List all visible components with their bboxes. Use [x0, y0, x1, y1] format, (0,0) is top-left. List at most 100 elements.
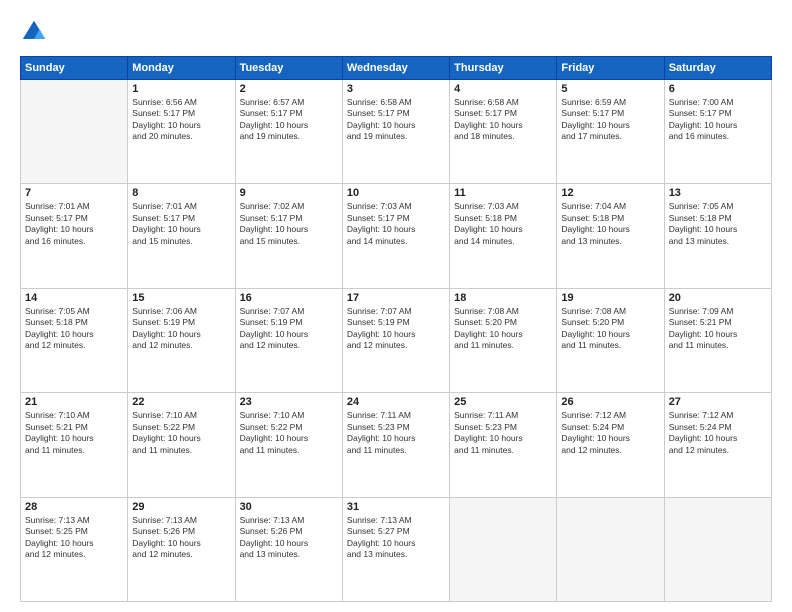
calendar-week-row: 1 Sunrise: 6:56 AM Sunset: 5:17 PM Daylig…	[21, 80, 772, 184]
day-number: 27	[669, 396, 767, 408]
calendar-week-row: 7 Sunrise: 7:01 AM Sunset: 5:17 PM Daylig…	[21, 184, 772, 288]
calendar-cell	[450, 497, 557, 601]
day-number: 17	[347, 292, 445, 304]
day-info: Sunrise: 7:07 AM Sunset: 5:19 PM Dayligh…	[240, 306, 338, 352]
day-number: 2	[240, 83, 338, 95]
calendar-cell: 10 Sunrise: 7:03 AM Sunset: 5:17 PM Dayli…	[342, 184, 449, 288]
calendar-week-row: 14Sunrise: 7:05 AM Sunset: 5:18 PM Dayli…	[21, 288, 772, 392]
day-info: Sunrise: 7:04 AM Sunset: 5:18 PM Dayligh…	[561, 201, 659, 247]
calendar-cell: 13 Sunrise: 7:05 AM Sunset: 5:18 PM Dayli…	[664, 184, 771, 288]
calendar-cell: 12 Sunrise: 7:04 AM Sunset: 5:18 PM Dayli…	[557, 184, 664, 288]
calendar-cell: 7 Sunrise: 7:01 AM Sunset: 5:17 PM Daylig…	[21, 184, 128, 288]
day-number: 31	[347, 501, 445, 513]
calendar-cell: 8 Sunrise: 7:01 AM Sunset: 5:17 PM Daylig…	[128, 184, 235, 288]
day-number: 8	[132, 187, 230, 199]
calendar-cell: 11 Sunrise: 7:03 AM Sunset: 5:18 PM Dayli…	[450, 184, 557, 288]
day-number: 12	[561, 187, 659, 199]
day-info: Sunrise: 7:06 AM Sunset: 5:19 PM Dayligh…	[132, 306, 230, 352]
calendar-week-row: 28Sunrise: 7:13 AM Sunset: 5:25 PM Dayli…	[21, 497, 772, 601]
day-info: Sunrise: 7:13 AM Sunset: 5:26 PM Dayligh…	[132, 515, 230, 561]
day-info: Sunrise: 6:58 AM Sunset: 5:17 PM Dayligh…	[454, 97, 552, 143]
calendar-cell: 21 Sunrise: 7:10 AM Sunset: 5:21 PM Dayli…	[21, 393, 128, 497]
calendar-cell: 6 Sunrise: 7:00 AM Sunset: 5:17 PM Daylig…	[664, 80, 771, 184]
day-info: Sunrise: 7:07 AM Sunset: 5:19 PM Dayligh…	[347, 306, 445, 352]
day-info: Sunrise: 7:12 AM Sunset: 5:24 PM Dayligh…	[669, 410, 767, 456]
day-info: Sunrise: 7:10 AM Sunset: 5:21 PM Dayligh…	[25, 410, 123, 456]
day-info: Sunrise: 6:59 AM Sunset: 5:17 PM Dayligh…	[561, 97, 659, 143]
day-info: Sunrise: 7:02 AM Sunset: 5:17 PM Dayligh…	[240, 201, 338, 247]
day-number: 11	[454, 187, 552, 199]
page: SundayMondayTuesdayWednesdayThursdayFrid…	[0, 0, 792, 612]
logo-icon	[20, 18, 48, 46]
calendar-cell: 18 Sunrise: 7:08 AM Sunset: 5:20 PM Dayli…	[450, 288, 557, 392]
calendar-cell: 23 Sunrise: 7:10 AM Sunset: 5:22 PM Dayli…	[235, 393, 342, 497]
calendar-day-header: Saturday	[664, 57, 771, 80]
calendar-cell	[664, 497, 771, 601]
calendar-week-row: 21 Sunrise: 7:10 AM Sunset: 5:21 PM Dayli…	[21, 393, 772, 497]
day-number: 1	[132, 83, 230, 95]
day-info: Sunrise: 6:57 AM Sunset: 5:17 PM Dayligh…	[240, 97, 338, 143]
day-info: Sunrise: 7:03 AM Sunset: 5:17 PM Dayligh…	[347, 201, 445, 247]
logo	[20, 18, 52, 46]
day-number: 20	[669, 292, 767, 304]
day-number: 9	[240, 187, 338, 199]
calendar-cell: 5 Sunrise: 6:59 AM Sunset: 5:17 PM Daylig…	[557, 80, 664, 184]
calendar-cell: 22 Sunrise: 7:10 AM Sunset: 5:22 PM Dayli…	[128, 393, 235, 497]
calendar-day-header: Thursday	[450, 57, 557, 80]
day-info: Sunrise: 7:08 AM Sunset: 5:20 PM Dayligh…	[561, 306, 659, 352]
day-number: 30	[240, 501, 338, 513]
calendar-cell: 26 Sunrise: 7:12 AM Sunset: 5:24 PM Dayli…	[557, 393, 664, 497]
day-number: 24	[347, 396, 445, 408]
day-number: 22	[132, 396, 230, 408]
calendar-day-header: Sunday	[21, 57, 128, 80]
day-number: 26	[561, 396, 659, 408]
calendar-cell: 25Sunrise: 7:11 AM Sunset: 5:23 PM Dayli…	[450, 393, 557, 497]
calendar-cell: 27 Sunrise: 7:12 AM Sunset: 5:24 PM Dayli…	[664, 393, 771, 497]
calendar-cell	[21, 80, 128, 184]
day-number: 18	[454, 292, 552, 304]
calendar-day-header: Friday	[557, 57, 664, 80]
day-number: 15	[132, 292, 230, 304]
day-number: 6	[669, 83, 767, 95]
day-info: Sunrise: 7:12 AM Sunset: 5:24 PM Dayligh…	[561, 410, 659, 456]
day-number: 23	[240, 396, 338, 408]
day-info: Sunrise: 7:00 AM Sunset: 5:17 PM Dayligh…	[669, 97, 767, 143]
day-number: 7	[25, 187, 123, 199]
day-number: 21	[25, 396, 123, 408]
day-info: Sunrise: 7:13 AM Sunset: 5:26 PM Dayligh…	[240, 515, 338, 561]
day-number: 3	[347, 83, 445, 95]
calendar-header-row: SundayMondayTuesdayWednesdayThursdayFrid…	[21, 57, 772, 80]
calendar-cell: 1 Sunrise: 6:56 AM Sunset: 5:17 PM Daylig…	[128, 80, 235, 184]
calendar-cell	[557, 497, 664, 601]
day-info: Sunrise: 7:13 AM Sunset: 5:25 PM Dayligh…	[25, 515, 123, 561]
calendar-cell: 16 Sunrise: 7:07 AM Sunset: 5:19 PM Dayli…	[235, 288, 342, 392]
calendar-cell: 2 Sunrise: 6:57 AM Sunset: 5:17 PM Daylig…	[235, 80, 342, 184]
day-info: Sunrise: 7:10 AM Sunset: 5:22 PM Dayligh…	[132, 410, 230, 456]
day-info: Sunrise: 7:01 AM Sunset: 5:17 PM Dayligh…	[132, 201, 230, 247]
day-info: Sunrise: 6:56 AM Sunset: 5:17 PM Dayligh…	[132, 97, 230, 143]
day-number: 19	[561, 292, 659, 304]
day-info: Sunrise: 7:08 AM Sunset: 5:20 PM Dayligh…	[454, 306, 552, 352]
calendar-cell: 29 Sunrise: 7:13 AM Sunset: 5:26 PM Dayli…	[128, 497, 235, 601]
day-number: 13	[669, 187, 767, 199]
calendar-cell: 24 Sunrise: 7:11 AM Sunset: 5:23 PM Dayli…	[342, 393, 449, 497]
day-info: Sunrise: 7:05 AM Sunset: 5:18 PM Dayligh…	[669, 201, 767, 247]
day-info: Sunrise: 7:01 AM Sunset: 5:17 PM Dayligh…	[25, 201, 123, 247]
calendar-cell: 4 Sunrise: 6:58 AM Sunset: 5:17 PM Daylig…	[450, 80, 557, 184]
calendar-cell: 15 Sunrise: 7:06 AM Sunset: 5:19 PM Dayli…	[128, 288, 235, 392]
calendar-cell: 20 Sunrise: 7:09 AM Sunset: 5:21 PM Dayli…	[664, 288, 771, 392]
day-number: 29	[132, 501, 230, 513]
calendar-cell: 31Sunrise: 7:13 AM Sunset: 5:27 PM Dayli…	[342, 497, 449, 601]
day-info: Sunrise: 7:10 AM Sunset: 5:22 PM Dayligh…	[240, 410, 338, 456]
day-info: Sunrise: 7:03 AM Sunset: 5:18 PM Dayligh…	[454, 201, 552, 247]
day-info: Sunrise: 6:58 AM Sunset: 5:17 PM Dayligh…	[347, 97, 445, 143]
day-number: 10	[347, 187, 445, 199]
day-number: 4	[454, 83, 552, 95]
day-info: Sunrise: 7:09 AM Sunset: 5:21 PM Dayligh…	[669, 306, 767, 352]
day-number: 16	[240, 292, 338, 304]
day-info: Sunrise: 7:11 AM Sunset: 5:23 PM Dayligh…	[454, 410, 552, 456]
calendar-table: SundayMondayTuesdayWednesdayThursdayFrid…	[20, 56, 772, 602]
day-number: 14	[25, 292, 123, 304]
day-number: 5	[561, 83, 659, 95]
day-info: Sunrise: 7:11 AM Sunset: 5:23 PM Dayligh…	[347, 410, 445, 456]
